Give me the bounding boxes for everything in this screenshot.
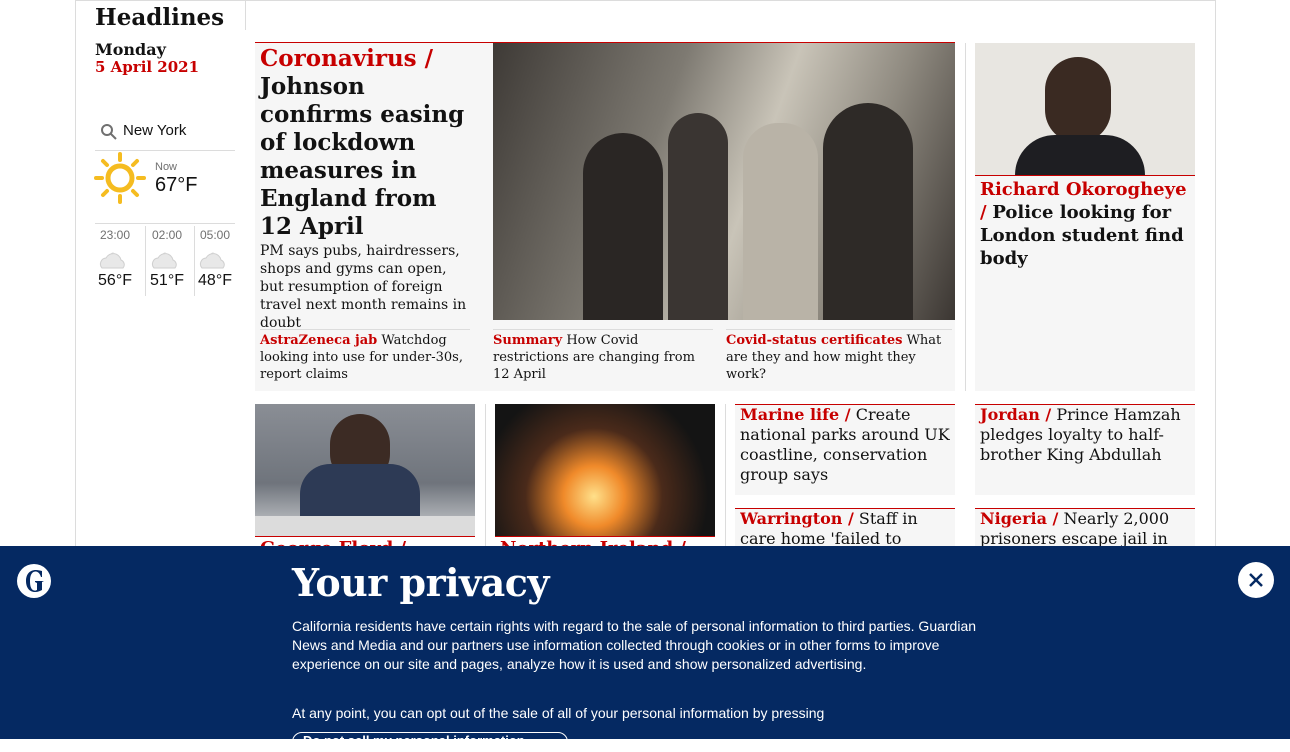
privacy-body-optout: At any point, you can opt out of the sal… <box>292 705 825 721</box>
sun-icon <box>94 152 146 204</box>
okorogheye-headline-link[interactable]: Richard Okorogheye / Police looking for … <box>980 178 1192 270</box>
warrington-headline-link[interactable]: Warrington / Staff in care home 'failed … <box>740 509 950 547</box>
divider <box>95 223 235 224</box>
weather-location-search[interactable]: New York <box>95 116 235 151</box>
lead-image[interactable] <box>493 43 955 320</box>
portrait-body <box>1015 135 1145 175</box>
forecast-temp: 48°F <box>198 272 232 289</box>
privacy-title: Your privacy <box>292 560 550 605</box>
card-headline: Police looking for London student find b… <box>980 202 1184 269</box>
weather-location[interactable]: New York <box>123 122 186 139</box>
northern-ireland-image[interactable] <box>495 404 715 536</box>
card-rule <box>975 175 1195 176</box>
forecast-item: 05:00 48°F <box>192 228 238 290</box>
lead-standfirst: PM says pubs, hairdressers, shops and gy… <box>260 243 467 331</box>
nigeria-headline-link[interactable]: Nigeria / Nearly 2,000 prisoners escape … <box>980 509 1190 547</box>
lead-headline-link[interactable]: Coronavirus / Johnson confirms easing of… <box>260 45 475 241</box>
sublink-covid-certificates[interactable]: Covid-status certificates What are they … <box>726 332 952 383</box>
lead-headline: Johnson confirms easing of lockdown meas… <box>260 73 465 240</box>
divider <box>485 404 486 554</box>
sublink-astrazeneca[interactable]: AstraZeneca jab Watchdog looking into us… <box>260 332 465 383</box>
partly-cloudy-night-icon <box>199 252 225 269</box>
partly-cloudy-night-icon <box>99 252 125 269</box>
date: 5 April 2021 <box>95 58 200 76</box>
figure-shape <box>583 133 663 320</box>
guardian-logo-icon <box>17 564 51 598</box>
search-icon[interactable] <box>100 123 118 141</box>
card-rule <box>495 536 715 537</box>
forecast-time: 02:00 <box>151 228 183 242</box>
figure-shape <box>668 113 728 320</box>
figure-shape <box>743 123 818 320</box>
divider <box>493 329 713 330</box>
floyd-image[interactable] <box>255 404 475 536</box>
sublink-summary[interactable]: Summary How Covid restrictions are chang… <box>493 332 713 383</box>
desk-shape <box>255 516 475 536</box>
lead-kicker: Coronavirus / <box>260 45 434 72</box>
forecast-item: 02:00 51°F <box>144 228 190 290</box>
partly-cloudy-night-icon <box>151 252 177 269</box>
divider <box>965 43 966 391</box>
privacy-body: California residents have certain rights… <box>292 618 977 672</box>
card-rule <box>255 536 475 537</box>
divider <box>260 329 470 330</box>
forecast-item: 23:00 56°F <box>92 228 138 290</box>
card-kicker: Marine life / <box>740 405 851 424</box>
close-icon[interactable] <box>1238 562 1274 598</box>
divider <box>726 329 952 330</box>
jordan-headline-link[interactable]: Jordan / Prince Hamzah pledges loyalty t… <box>980 405 1190 465</box>
figure-shape <box>823 103 913 320</box>
portrait-head <box>1045 57 1111 143</box>
weekday: Monday <box>95 40 166 59</box>
okorogheye-image[interactable] <box>975 43 1195 175</box>
divider <box>245 0 246 30</box>
close-button[interactable] <box>1238 562 1274 598</box>
sublink-kicker: Covid-status certificates <box>726 333 903 348</box>
marine-headline-link[interactable]: Marine life / Create national parks arou… <box>740 405 950 485</box>
section-title[interactable]: Headlines <box>95 4 224 31</box>
card-kicker: Jordan / <box>980 405 1052 424</box>
forecast-time: 05:00 <box>199 228 231 242</box>
weather-now-temp: 67°F <box>155 174 198 196</box>
forecast-time: 23:00 <box>99 228 131 242</box>
card-kicker: Nigeria / <box>980 509 1059 528</box>
sublink-kicker: Summary <box>493 333 563 348</box>
sublink-kicker: AstraZeneca jab <box>260 333 378 348</box>
weather-now-label: Now <box>155 161 178 173</box>
divider <box>725 404 726 554</box>
forecast-temp: 51°F <box>150 272 184 289</box>
forecast-temp: 56°F <box>98 272 132 289</box>
privacy-banner: Your privacy California residents have c… <box>0 546 1290 752</box>
do-not-sell-button[interactable]: Do not sell my personal information <box>292 732 568 752</box>
card-kicker: Warrington / <box>740 509 854 528</box>
